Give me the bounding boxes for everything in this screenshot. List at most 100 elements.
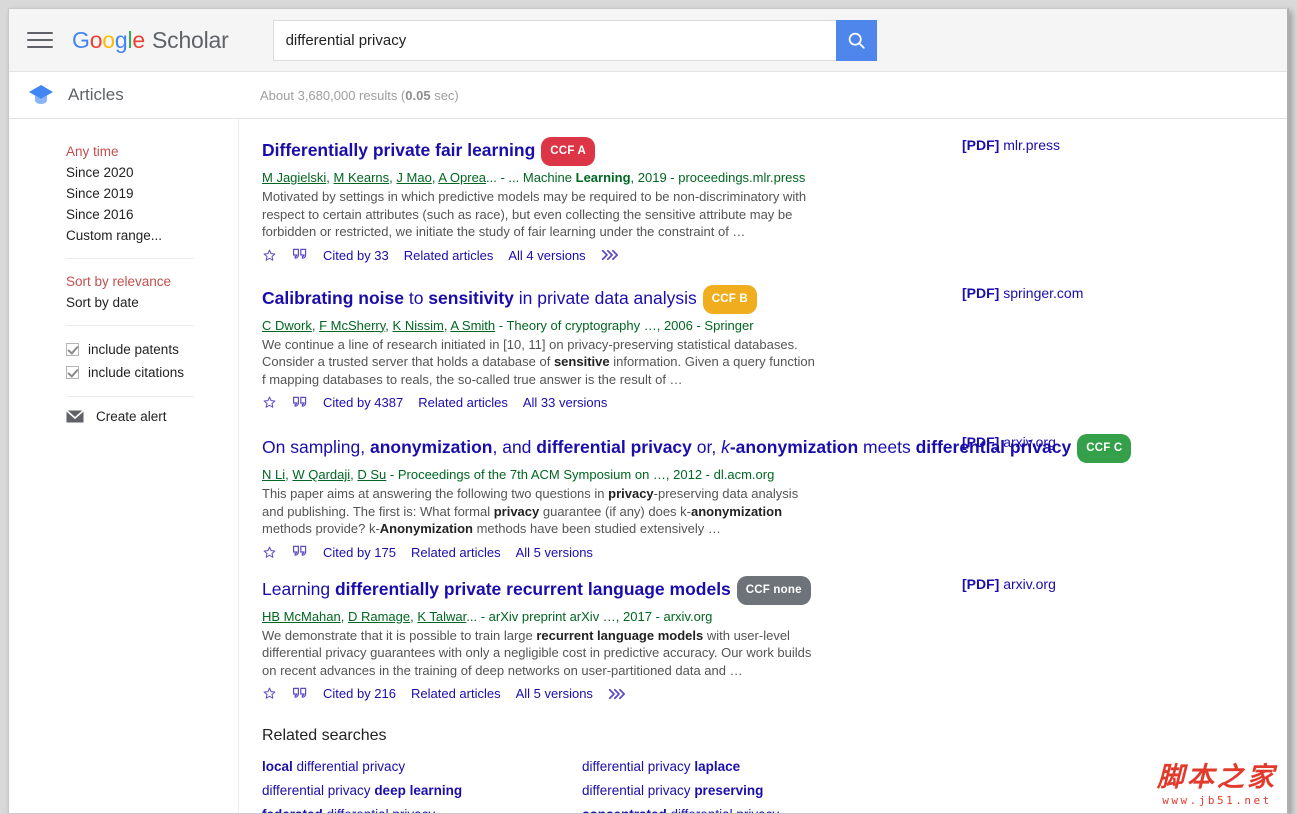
- cited-by-link[interactable]: Cited by 33: [323, 248, 389, 263]
- ccf-badge[interactable]: CCF C: [1077, 434, 1132, 463]
- search-bar: differential privacy: [272, 19, 877, 61]
- save-star-button[interactable]: [262, 686, 277, 701]
- sidebar-item-sort-by-date[interactable]: Sort by date: [66, 292, 238, 313]
- tab-articles[interactable]: Articles: [9, 83, 239, 107]
- result-meta: N Li, W Qardaji, D Su - Proceedings of t…: [262, 467, 775, 482]
- author-link[interactable]: D Su: [357, 467, 386, 482]
- checkbox-icon: [66, 343, 79, 356]
- save-star-button[interactable]: [262, 545, 277, 560]
- related-articles-link[interactable]: Related articles: [404, 248, 494, 263]
- star-icon: [263, 546, 276, 558]
- tab-articles-label: Articles: [68, 85, 124, 104]
- sidebar: Any time Since 2020 Since 2019 Since 201…: [9, 119, 239, 813]
- pdf-tag: [PDF]: [962, 575, 1000, 592]
- result-item: Differentially private fair learning CCF …: [262, 137, 1287, 263]
- more-actions-button[interactable]: [601, 249, 618, 261]
- result-publication: ... - ... Machine Learning, 2019 - proce…: [486, 170, 806, 185]
- double-chevron-icon: [601, 249, 618, 261]
- author-link[interactable]: HB McMahan: [262, 609, 341, 624]
- all-versions-link[interactable]: All 5 versions: [516, 545, 593, 560]
- star-icon: [263, 687, 276, 699]
- related-searches: Related searches local differential priv…: [262, 727, 1287, 813]
- author-link[interactable]: F McSherry: [319, 318, 385, 333]
- result-actions: Cited by 33 Related articles All 4 version…: [262, 248, 1287, 263]
- related-search-item[interactable]: differential privacy deep learning: [262, 783, 582, 798]
- checkbox-icon: [66, 366, 79, 379]
- author-link[interactable]: M Jagielski: [262, 170, 326, 185]
- result-item: Learning differentially private recurren…: [262, 575, 1287, 701]
- cited-by-link[interactable]: Cited by 216: [323, 686, 396, 701]
- result-publication: - Proceedings of the 7th ACM Symposium o…: [386, 467, 775, 482]
- checkbox-include-citations-label: include citations: [88, 365, 185, 380]
- checkbox-include-citations[interactable]: include citations: [66, 361, 238, 384]
- author-link[interactable]: A Smith: [450, 318, 495, 333]
- author-link[interactable]: W Qardaji: [292, 467, 350, 482]
- cited-by-link[interactable]: Cited by 175: [323, 545, 396, 560]
- quote-icon: [293, 248, 307, 259]
- result-snippet: This paper aims at answering the followi…: [262, 486, 799, 536]
- cite-button[interactable]: [292, 687, 308, 701]
- related-articles-link[interactable]: Related articles: [411, 545, 501, 560]
- sidebar-item-since-2016[interactable]: Since 2016: [66, 204, 238, 225]
- author-link[interactable]: J Mao: [396, 170, 431, 185]
- pdf-tag: [PDF]: [962, 284, 1000, 301]
- cite-button[interactable]: [292, 545, 308, 559]
- related-search-item[interactable]: differential privacy preserving: [582, 783, 882, 798]
- pdf-tag: [PDF]: [962, 137, 1000, 153]
- related-search-item[interactable]: differential privacy laplace: [582, 759, 882, 774]
- checkbox-include-patents[interactable]: include patents: [66, 338, 238, 361]
- save-star-button[interactable]: [262, 248, 277, 263]
- all-versions-link[interactable]: All 4 versions: [508, 248, 585, 263]
- result-title[interactable]: On sampling, anonymization, and differen…: [262, 434, 1287, 463]
- all-versions-link[interactable]: All 33 versions: [523, 395, 608, 410]
- more-actions-button[interactable]: [608, 688, 625, 700]
- search-input[interactable]: differential privacy: [272, 19, 836, 61]
- pdf-link[interactable]: [PDF] arxiv.org: [962, 434, 1056, 450]
- sidebar-sort-filters: Sort by relevance Sort by date: [66, 271, 238, 313]
- result-title[interactable]: Learning differentially private recurren…: [262, 575, 1287, 605]
- result-publication: - Theory of cryptography …, 2006 - Sprin…: [495, 317, 754, 333]
- cite-button[interactable]: [292, 396, 308, 410]
- quote-icon: [293, 545, 307, 556]
- cited-by-link[interactable]: Cited by 4387: [323, 395, 403, 410]
- pdf-link[interactable]: [PDF] arxiv.org: [962, 576, 1056, 592]
- related-search-item[interactable]: federated differential privacy: [262, 807, 582, 813]
- save-star-button[interactable]: [262, 395, 277, 410]
- search-button[interactable]: [835, 19, 877, 61]
- author-link[interactable]: D Ramage: [348, 609, 410, 624]
- google-scholar-logo[interactable]: Google Scholar: [72, 27, 229, 54]
- ccf-badge[interactable]: CCF B: [702, 284, 757, 314]
- sidebar-item-since-2020[interactable]: Since 2020: [66, 162, 238, 183]
- author-link[interactable]: K Talwar: [417, 609, 466, 624]
- result-title[interactable]: Differentially private fair learning CCF …: [262, 137, 1287, 166]
- create-alert-button[interactable]: Create alert: [66, 409, 238, 424]
- related-articles-link[interactable]: Related articles: [411, 686, 501, 701]
- ccf-badge[interactable]: CCF none: [736, 575, 811, 605]
- related-search-item[interactable]: concentrated differential privacy: [582, 807, 882, 813]
- ccf-badge[interactable]: CCF A: [541, 137, 595, 166]
- result-title[interactable]: Calibrating noise to sensitivity in priv…: [262, 284, 1287, 314]
- sidebar-divider: [66, 258, 194, 259]
- related-articles-link[interactable]: Related articles: [418, 395, 508, 410]
- result-meta: C Dwork, F McSherry, K Nissim, A Smith -…: [262, 317, 754, 333]
- author-link[interactable]: N Li: [262, 467, 285, 482]
- sidebar-item-custom-range[interactable]: Custom range...: [66, 225, 238, 246]
- author-link[interactable]: M Kearns: [334, 170, 390, 185]
- search-icon: [848, 32, 865, 49]
- result-count: About 3,680,000 results (0.05 sec): [239, 88, 459, 103]
- author-link[interactable]: K Nissim: [393, 318, 444, 333]
- pdf-link[interactable]: [PDF] springer.com: [962, 285, 1083, 301]
- sidebar-item-sort-by-relevance[interactable]: Sort by relevance: [66, 271, 238, 292]
- pdf-link[interactable]: [PDF] mlr.press: [962, 137, 1060, 153]
- author-link[interactable]: C Dwork: [262, 318, 312, 333]
- related-search-item[interactable]: local differential privacy: [262, 759, 582, 774]
- sidebar-checkboxes: include patents include citations: [66, 338, 238, 384]
- results-list: Differentially private fair learning CCF …: [239, 119, 1287, 813]
- hamburger-menu-icon[interactable]: [27, 27, 53, 53]
- cite-button[interactable]: [292, 248, 308, 262]
- sidebar-item-any-time[interactable]: Any time: [66, 141, 238, 162]
- sidebar-divider: [66, 396, 194, 397]
- sidebar-item-since-2019[interactable]: Since 2019: [66, 183, 238, 204]
- all-versions-link[interactable]: All 5 versions: [516, 686, 593, 701]
- author-link[interactable]: A Oprea: [438, 170, 486, 185]
